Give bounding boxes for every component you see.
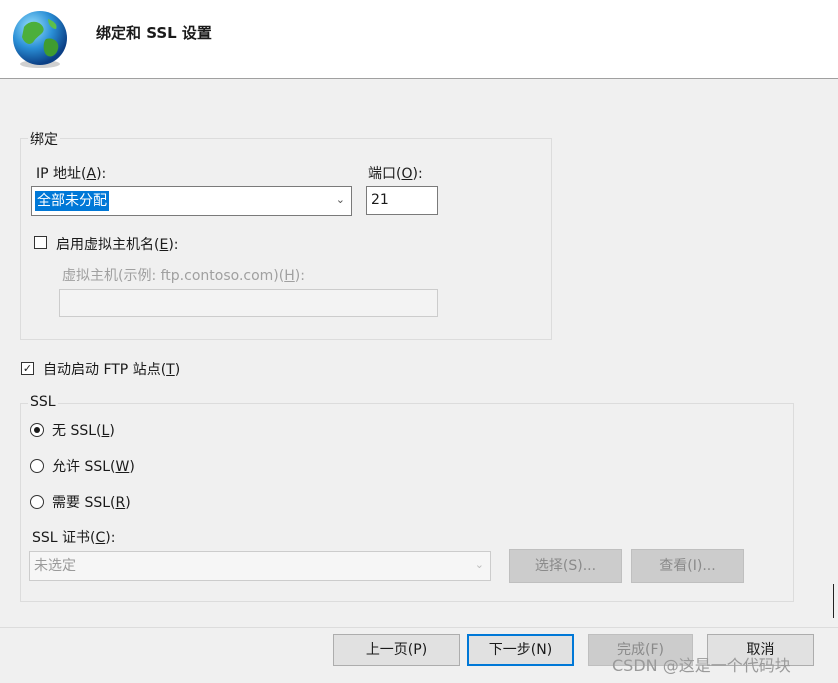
ssl-cert-value: 未选定 (34, 558, 76, 574)
vhost-checkbox-label[interactable]: 启用虚拟主机名(E): (56, 234, 179, 254)
next-button[interactable]: 下一步(N) (467, 634, 574, 666)
ssl-cert-dropdown[interactable]: 未选定 ⌄ (29, 551, 491, 581)
port-input[interactable]: 21 (366, 186, 438, 215)
page-title: 绑定和 SSL 设置 (96, 24, 212, 42)
wizard-header: 绑定和 SSL 设置 (0, 0, 838, 79)
radio-selected-dot (34, 427, 40, 433)
chevron-down-icon: ⌄ (474, 558, 484, 571)
watermark: CSDN @这是一个代码块 (612, 656, 791, 675)
checkmark-icon: ✓ (22, 362, 33, 375)
previous-button[interactable]: 上一页(P) (333, 634, 460, 666)
vhost-checkbox[interactable] (34, 236, 47, 249)
vhost-name-input[interactable] (59, 289, 438, 317)
port-label: 端口(O): (368, 166, 423, 182)
ssl-none-label[interactable]: 无 SSL(L) (52, 420, 115, 440)
binding-legend: 绑定 (28, 129, 60, 149)
ip-address-label: IP 地址(A): (36, 166, 107, 182)
ip-address-dropdown[interactable]: 全部未分配 ⌄ (31, 186, 352, 216)
ssl-legend: SSL (28, 394, 58, 410)
chevron-down-icon: ⌄ (335, 193, 345, 206)
autostart-checkbox-label[interactable]: 自动启动 FTP 站点(T) (43, 359, 180, 379)
window-edge (833, 584, 838, 618)
ssl-cert-label: SSL 证书(C): (32, 530, 116, 546)
ssl-allow-radio[interactable] (30, 459, 44, 473)
select-cert-button[interactable]: 选择(S)... (509, 549, 622, 583)
view-cert-button[interactable]: 查看(I)... (631, 549, 744, 583)
globe-icon (13, 11, 67, 68)
footer-divider (0, 627, 838, 628)
ssl-require-label[interactable]: 需要 SSL(R) (52, 492, 131, 512)
ssl-require-radio[interactable] (30, 495, 44, 509)
ssl-allow-label[interactable]: 允许 SSL(W) (52, 456, 135, 476)
ssl-none-radio[interactable] (30, 423, 44, 437)
autostart-checkbox[interactable]: ✓ (21, 362, 34, 375)
vhost-name-label: 虚拟主机(示例: ftp.contoso.com)(H): (62, 268, 305, 284)
ip-address-value: 全部未分配 (35, 191, 109, 211)
